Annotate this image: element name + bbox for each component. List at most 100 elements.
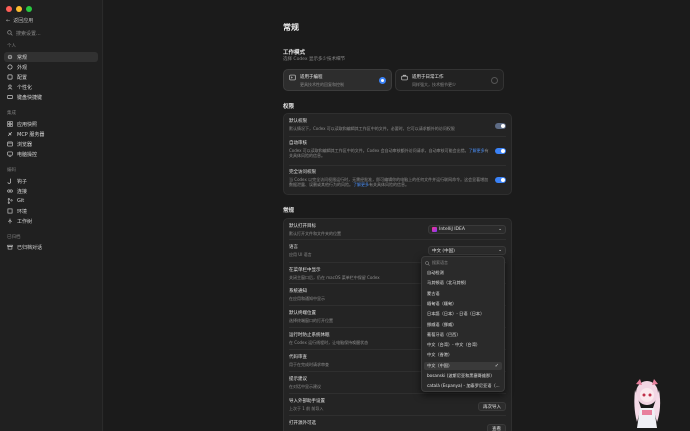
sidebar-item-label: 环境	[17, 208, 28, 215]
general-title: 常规	[283, 208, 295, 214]
person-icon	[7, 84, 13, 90]
language-option[interactable]: 挪威语（挪威）	[424, 321, 502, 329]
browser-icon	[7, 141, 13, 147]
permissions-panel: 默认权限 默认情况下，Codex 可以读取和编辑其工作区中的文件。必要时，它可以…	[283, 113, 512, 195]
close-window-button[interactable]	[6, 6, 12, 12]
row-label: 默认权限	[289, 119, 307, 124]
sidebar-item-label: 浏览器	[17, 141, 33, 148]
language-option[interactable]: català (Espanya) - 加泰罗尼亚语（...	[424, 382, 502, 390]
keyboard-icon	[7, 95, 13, 99]
language-option[interactable]: 自动检测	[424, 269, 502, 277]
mascot-image	[634, 379, 661, 428]
sidebar-item-computer-control[interactable]: 电脑操控	[4, 149, 98, 159]
language-search-input[interactable]: 搜索语言	[425, 260, 448, 266]
full-access-toggle[interactable]	[495, 177, 506, 183]
row-label: 自动审核	[289, 141, 307, 146]
back-to-app-button[interactable]: ← 返回应用	[6, 17, 34, 25]
select-value: IntelliJ IDEA	[439, 227, 465, 232]
sidebar-item-label: 外观	[17, 64, 28, 71]
radio-selected[interactable]	[379, 77, 386, 84]
archive-icon	[7, 244, 13, 250]
language-option[interactable]: 日本語（日本）- 日语（日本）	[424, 310, 502, 318]
language-option[interactable]: 蒙古语	[424, 290, 502, 298]
zoom-window-button[interactable]	[26, 6, 32, 12]
permission-row-auto-review: 自动审核 Codex 可以读取和编辑其工作区中的文件。Codex 会自动审核额外…	[289, 140, 506, 158]
tree-icon	[8, 218, 12, 224]
language-option[interactable]: bosanski (波斯尼亚和黑塞哥维那)	[424, 372, 502, 380]
terminal-icon	[289, 74, 296, 81]
sidebar-item-worktrees[interactable]: 工作树	[4, 216, 98, 226]
back-label: 返回应用	[13, 18, 34, 24]
general-row: 打开源外可选	[289, 420, 506, 426]
hook-icon	[7, 178, 11, 184]
row-desc: 上次于 1 前 前导入	[289, 406, 324, 411]
sidebar-item-browser[interactable]: 浏览器	[4, 139, 98, 149]
gear-icon	[7, 54, 13, 60]
sidebar-item-general[interactable]: 常规	[4, 52, 98, 62]
sidebar-item-connections[interactable]: 连接	[4, 186, 98, 196]
settings-main: 常规 工作模式 选择 Codex 显示多少技术细节 适用于编程 更具技术性的回复…	[104, 0, 690, 431]
language-select[interactable]: 中文 (中国) ⌄	[428, 246, 506, 255]
git-branch-icon	[7, 198, 13, 204]
search-placeholder: 搜索设置...	[16, 30, 41, 37]
sidebar-item-config[interactable]: 配置	[4, 72, 98, 82]
sidebar-item-archived-chats[interactable]: 已归档对话	[4, 242, 98, 252]
group-label-personal: 个人	[7, 44, 16, 49]
sidebar-item-mcp-servers[interactable]: MCP 服务器	[4, 129, 98, 139]
language-option[interactable]: 缅甸语（缅甸）	[424, 300, 502, 308]
sidebar: ← 返回应用 搜索设置... 个人 常规 外观 配置 个性化 键盘快捷键 集成 …	[0, 0, 103, 431]
intellij-icon	[432, 227, 437, 232]
row-label: 打开源外可选	[289, 421, 316, 426]
option-subtitle: 更具技术性的回复和控制	[300, 82, 344, 87]
sidebar-item-label: 电脑操控	[17, 151, 38, 158]
sidebar-item-label: 键盘快捷键	[17, 94, 43, 101]
row-desc: Codex 可以读取和编辑其工作区中的文件。Codex 会自动审核额外访问请求，…	[289, 148, 489, 158]
server-icon	[7, 131, 13, 137]
language-option[interactable]: 葡萄牙语（巴西）	[424, 331, 502, 339]
permission-row-full-access: 完全访问权限 当 Codex 以完全访问权限运行时，无需经批准，即可编辑你的电脑…	[289, 169, 506, 187]
default-open-target-select[interactable]: IntelliJ IDEA ⌄	[428, 225, 506, 234]
sidebar-item-app-snapshot[interactable]: 应用快照	[4, 119, 98, 129]
language-option[interactable]: 中文（中国） ✓	[424, 361, 502, 370]
language-option[interactable]: 中文（香港）	[424, 351, 502, 359]
settings-search-input[interactable]: 搜索设置...	[5, 28, 97, 38]
sidebar-item-label: 应用快照	[17, 121, 38, 128]
option-subtitle: 同样强大，技术细节更少	[412, 82, 456, 87]
select-value: 中文 (中国)	[432, 248, 455, 254]
minimize-window-button[interactable]	[16, 6, 22, 12]
sidebar-item-keyboard-shortcuts[interactable]: 键盘快捷键	[4, 92, 98, 102]
page-title: 常规	[283, 23, 299, 32]
sidebar-item-label: 常规	[17, 54, 28, 61]
sidebar-item-label: 配置	[17, 74, 28, 81]
window-controls	[6, 6, 32, 12]
group-label-integrations: 集成	[7, 111, 16, 116]
default-permission-toggle[interactable]	[495, 123, 506, 129]
sidebar-item-hooks[interactable]: 钩子	[4, 176, 98, 186]
reimport-button[interactable]: 再次导入	[478, 402, 506, 411]
auto-review-toggle[interactable]	[495, 148, 506, 154]
sidebar-item-appearance[interactable]: 外观	[4, 62, 98, 72]
sidebar-item-label: 工作树	[17, 218, 33, 225]
permission-row-default: 默认权限 默认情况下，Codex 可以读取和编辑其工作区中的文件。必要时，它可以…	[289, 118, 506, 131]
view-button[interactable]: 查看	[487, 424, 506, 431]
chevron-down-icon: ⌄	[498, 248, 502, 253]
sidebar-item-git[interactable]: Git	[4, 196, 98, 206]
sliders-icon	[7, 74, 13, 80]
work-mode-option-coding[interactable]: 适用于编程 更具技术性的回复和控制	[283, 69, 392, 91]
search-icon	[7, 30, 13, 36]
search-icon	[425, 260, 430, 266]
radio-unselected[interactable]	[491, 77, 498, 84]
learn-more-link[interactable]: 了解更多	[353, 182, 369, 187]
learn-more-link[interactable]: 了解更多	[469, 148, 485, 153]
briefcase-icon	[401, 74, 408, 81]
work-mode-title: 工作模式	[283, 50, 306, 56]
chevron-down-icon: ⌄	[498, 227, 502, 232]
sidebar-item-label: MCP 服务器	[17, 131, 45, 138]
work-mode-option-daily[interactable]: 适用于日常工作 同样强大，技术细节更少	[395, 69, 504, 91]
sidebar-item-environments[interactable]: 环境	[4, 206, 98, 216]
group-label-archive: 已归档	[7, 235, 21, 240]
link-icon	[7, 189, 13, 193]
language-option[interactable]: 中文（台湾）- 中文（台湾）	[424, 341, 502, 349]
language-option[interactable]: 马其顿语（北马其顿）	[424, 279, 502, 287]
sidebar-item-personalization[interactable]: 个性化	[4, 82, 98, 92]
